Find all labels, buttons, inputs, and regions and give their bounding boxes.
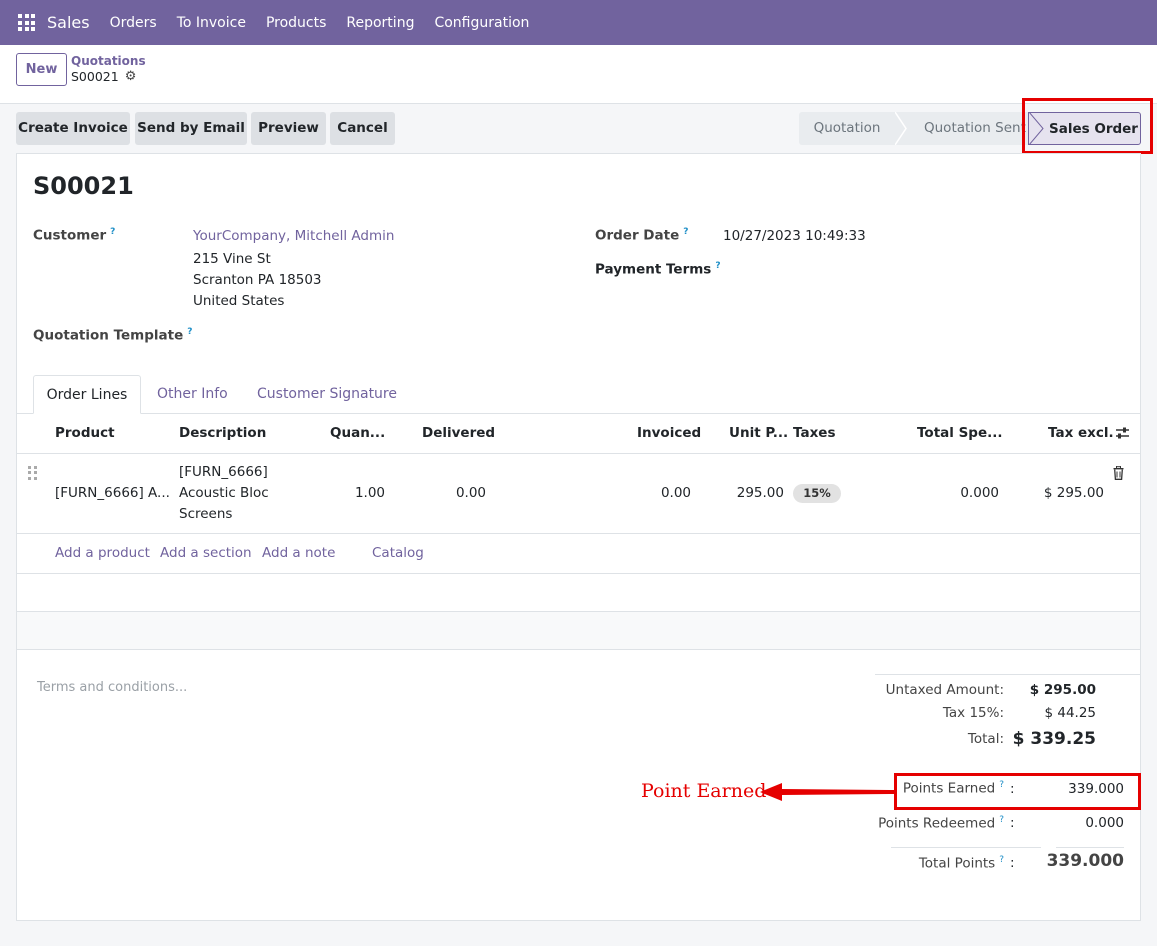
menu-to-invoice[interactable]: To Invoice <box>177 15 246 31</box>
tax-label: Tax 15%: <box>942 705 1004 721</box>
row-divider <box>17 533 1140 534</box>
breadcrumb-current: S00021 ⚙ <box>71 69 136 84</box>
points-divider <box>891 847 1041 848</box>
row-product[interactable]: [FURN_6666] A... <box>55 485 170 501</box>
order-date-label: Order Date? <box>595 227 689 244</box>
stage-quotation[interactable]: Quotation <box>799 112 895 145</box>
points-redeemed-label: Points Redeemed? <box>878 815 1004 832</box>
points-redeemed-value: 0.000 <box>1085 815 1124 831</box>
new-button[interactable]: New <box>16 53 67 86</box>
empty-row <box>17 612 1140 649</box>
preview-button[interactable]: Preview <box>251 112 326 145</box>
col-quantity[interactable]: Quan... <box>330 425 385 441</box>
status-bar: Quotation Quotation Sent <box>799 112 1032 145</box>
control-panel: New Quotations S00021 ⚙ <box>0 45 1157 104</box>
row-delivered[interactable]: 0.00 <box>420 485 486 501</box>
tab-other-info[interactable]: Other Info <box>157 375 228 414</box>
trash-icon[interactable] <box>1113 466 1124 480</box>
breadcrumb-current-label: S00021 <box>71 69 119 84</box>
quotation-template-label: Quotation Template? <box>33 327 193 344</box>
total-points-colon: : <box>1010 855 1015 871</box>
menu-products[interactable]: Products <box>266 15 326 31</box>
customer-label: Customer? <box>33 227 116 244</box>
template-help-icon[interactable]: ? <box>187 327 192 337</box>
row-unit-price[interactable]: 295.00 <box>720 485 784 501</box>
col-invoiced[interactable]: Invoiced <box>637 425 701 441</box>
breadcrumb-quotations[interactable]: Quotations <box>71 54 146 68</box>
row-description-line2[interactable]: Acoustic Bloc <box>179 485 269 501</box>
points-redeemed-help-icon[interactable]: ? <box>999 815 1004 825</box>
row-description-line1[interactable]: [FURN_6666] <box>179 464 268 480</box>
total-points-value: 339.000 <box>1046 851 1124 871</box>
divider <box>17 649 1140 650</box>
tax-badge[interactable]: 15% <box>793 484 841 503</box>
row-tax-excl: $ 295.00 <box>1043 485 1104 501</box>
menu-configuration[interactable]: Configuration <box>434 15 529 31</box>
empty-row <box>17 574 1140 611</box>
row-total-spent[interactable]: 0.000 <box>900 485 999 501</box>
col-delivered[interactable]: Delivered <box>422 425 495 441</box>
points-redeemed-colon: : <box>1010 815 1015 831</box>
total-value: $ 339.25 <box>1012 729 1096 749</box>
highlight-sales-order <box>1022 98 1153 154</box>
untaxed-amount-value: $ 295.00 <box>1029 682 1096 698</box>
cancel-button[interactable]: Cancel <box>330 112 395 145</box>
customer-name[interactable]: YourCompany, Mitchell Admin <box>193 228 394 244</box>
order-title: S00021 <box>33 172 134 200</box>
col-tax-excl[interactable]: Tax excl. <box>1048 425 1114 441</box>
send-by-email-button[interactable]: Send by Email <box>135 112 247 145</box>
notebook-tabs: Order Lines Other Info Customer Signatur… <box>17 375 1140 414</box>
total-label: Total: <box>967 731 1004 747</box>
add-note-link[interactable]: Add a note <box>262 545 335 561</box>
apps-menu-icon[interactable] <box>18 14 35 31</box>
col-description[interactable]: Description <box>179 425 266 441</box>
address-line1: 215 Vine St <box>193 251 271 267</box>
address-line2: Scranton PA 18503 <box>193 272 322 288</box>
col-unit-price[interactable]: Unit P... <box>729 425 788 441</box>
order-date-help-icon[interactable]: ? <box>683 227 688 237</box>
create-invoice-button[interactable]: Create Invoice <box>16 112 130 145</box>
annotation-label: Point Earned <box>641 780 767 802</box>
customer-help-icon[interactable]: ? <box>110 227 115 237</box>
tab-customer-signature[interactable]: Customer Signature <box>257 375 397 414</box>
app-name[interactable]: Sales <box>47 13 90 32</box>
drag-handle-icon[interactable] <box>28 466 38 480</box>
menu-reporting[interactable]: Reporting <box>346 15 414 31</box>
col-taxes[interactable]: Taxes <box>793 425 835 441</box>
total-points-label: Total Points? <box>918 855 1004 872</box>
row-quantity[interactable]: 1.00 <box>320 485 385 501</box>
add-section-link[interactable]: Add a section <box>160 545 252 561</box>
col-product[interactable]: Product <box>55 425 115 441</box>
optional-columns-icon[interactable] <box>1115 426 1130 440</box>
totals-divider <box>875 674 1140 675</box>
annotation-arrow-icon <box>760 783 894 801</box>
row-description-line3[interactable]: Screens <box>179 506 232 522</box>
menu-orders[interactable]: Orders <box>110 15 157 31</box>
highlight-points-earned <box>894 773 1141 810</box>
tab-order-lines[interactable]: Order Lines <box>33 375 141 414</box>
terms-and-conditions-input[interactable]: Terms and conditions... <box>37 680 187 695</box>
untaxed-amount-label: Untaxed Amount: <box>885 682 1004 698</box>
tax-value: $ 44.25 <box>1044 705 1096 721</box>
add-product-link[interactable]: Add a product <box>55 545 150 561</box>
gear-icon[interactable]: ⚙ <box>125 69 137 84</box>
points-divider <box>1056 847 1124 848</box>
payment-terms-label: Payment Terms? <box>595 261 721 278</box>
top-navbar: Sales Orders To Invoice Products Reporti… <box>0 0 1157 45</box>
row-invoiced[interactable]: 0.00 <box>620 485 691 501</box>
payment-terms-help-icon[interactable]: ? <box>715 261 720 271</box>
stage-separator-icon <box>895 112 907 145</box>
address-line3: United States <box>193 293 285 309</box>
table-header-divider <box>17 453 1140 454</box>
stage-quotation-sent[interactable]: Quotation Sent <box>907 112 1032 145</box>
order-date-value[interactable]: 10/27/2023 10:49:33 <box>723 228 866 244</box>
col-total-spent[interactable]: Total Spe... <box>917 425 1003 441</box>
catalog-link[interactable]: Catalog <box>372 545 424 561</box>
total-points-help-icon[interactable]: ? <box>999 855 1004 865</box>
